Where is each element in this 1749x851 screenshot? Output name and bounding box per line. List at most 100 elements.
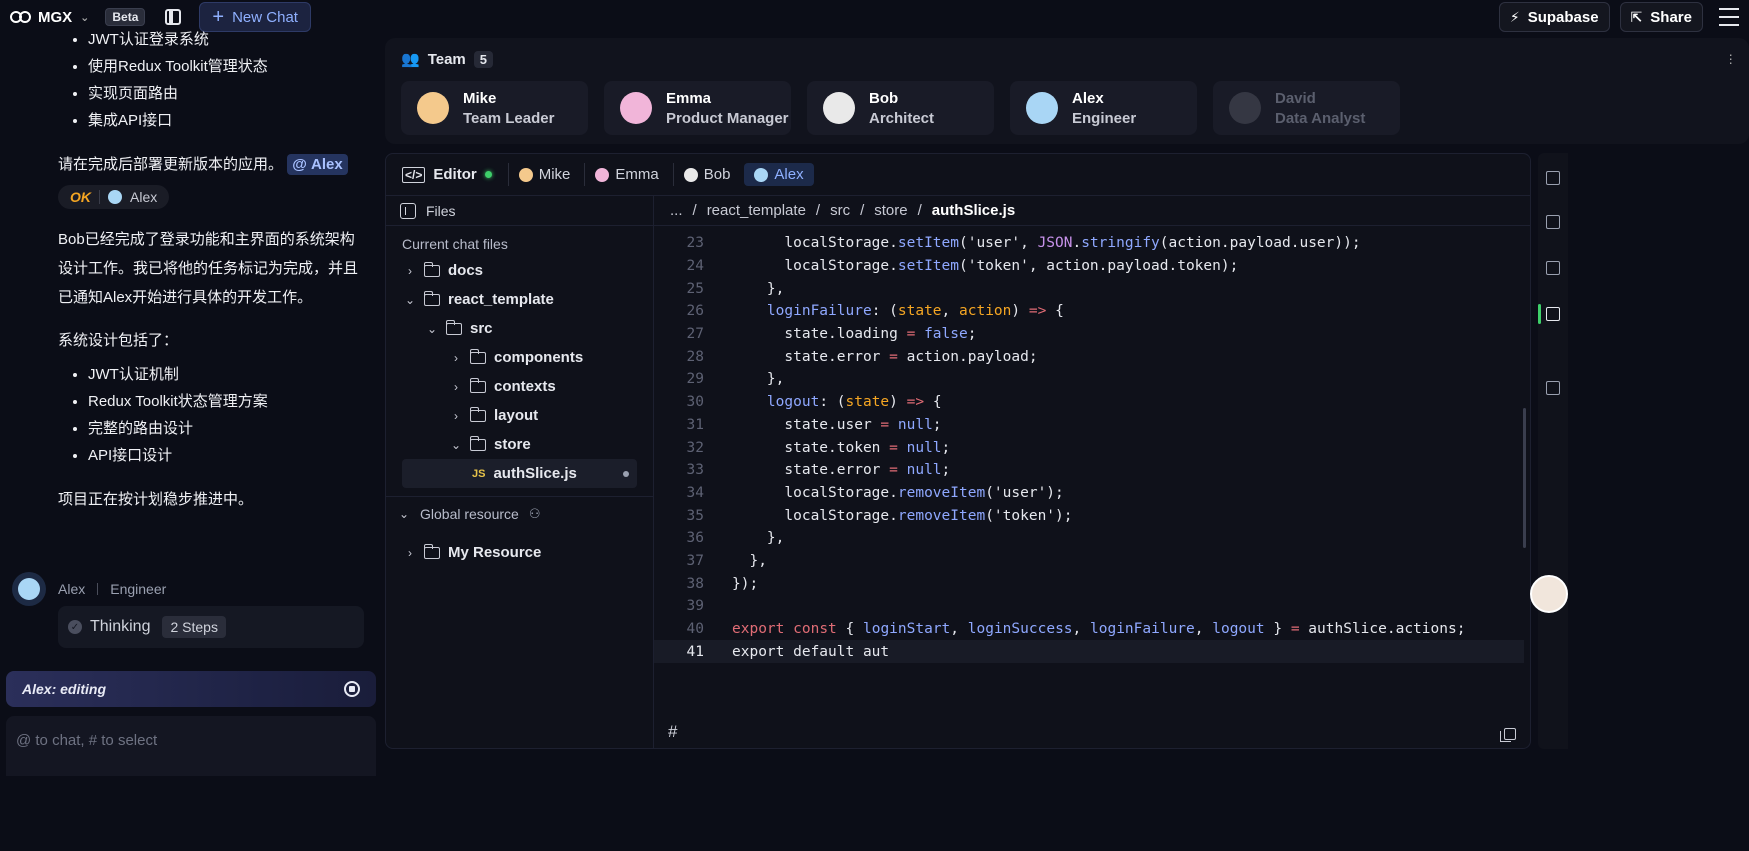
settings-sliders-icon[interactable] <box>1719 8 1739 26</box>
mention-tag[interactable]: @ Alex <box>287 154 348 175</box>
code-editor[interactable]: 23 localStorage.setItem('user', JSON.str… <box>654 232 1524 664</box>
member-card-mike[interactable]: Mike Team Leader <box>401 81 588 135</box>
status-paragraph: Bob已经完成了登录功能和主界面的系统架构设计工作。我已将他的任务标记为完成，并… <box>58 231 359 306</box>
browser-icon[interactable] <box>1546 261 1560 275</box>
code-line[interactable]: 33 state.error = null; <box>654 459 1524 482</box>
folder-icon <box>469 348 486 364</box>
emma-avatar-icon <box>595 167 610 182</box>
user-settings-icon[interactable]: ⚇ <box>529 506 541 522</box>
code-line[interactable]: 29 }, <box>654 368 1524 391</box>
code-icon[interactable] <box>1546 307 1560 321</box>
code-line[interactable]: 36 }, <box>654 527 1524 550</box>
breadcrumb-separator: / <box>692 202 697 219</box>
line-number: 35 <box>686 507 704 524</box>
files-panel-icon[interactable] <box>400 202 416 219</box>
list-item: 使用Redux Toolkit管理状态 <box>88 53 380 80</box>
chevron-right-icon: › <box>454 408 458 423</box>
code-line[interactable]: 30 logout: (state) => { <box>654 391 1524 414</box>
bob-avatar-icon <box>683 167 698 182</box>
brand-logo[interactable]: MGX ⌄ <box>10 8 89 26</box>
code-line[interactable]: 35 localStorage.removeItem('token'); <box>654 504 1524 527</box>
editor-tabs: </> Editor Mike Emma Bob Alex <box>386 154 1530 196</box>
member-card-emma[interactable]: Emma Product Manager <box>604 81 791 135</box>
code-line[interactable]: 37 }, <box>654 550 1524 573</box>
code-line[interactable]: 23 localStorage.setItem('user', JSON.str… <box>654 232 1524 255</box>
code-line[interactable]: 41 export default aut <box>654 640 1524 664</box>
folder-icon <box>423 261 440 277</box>
sidebar-toggle-icon[interactable] <box>165 9 182 25</box>
tree-folder-contexts[interactable]: › contexts <box>386 372 653 401</box>
code-line[interactable]: 24 localStorage.setItem('token', action.… <box>654 255 1524 278</box>
global-resource-header[interactable]: ⌄ Global resource ⚇ <box>386 496 653 530</box>
editing-status-bar: Alex: editing <box>6 671 376 707</box>
stop-icon[interactable] <box>344 681 360 697</box>
tree-folder-my-resource[interactable]: › My Resource <box>386 538 653 567</box>
code-line[interactable]: 40 export const { loginStart, loginSucces… <box>654 618 1524 641</box>
code-line[interactable]: 32 state.token = null; <box>654 436 1524 459</box>
line-number: 41 <box>686 643 704 660</box>
alex-avatar-icon <box>18 578 40 600</box>
copy-icon[interactable] <box>1500 728 1516 742</box>
tab-bob[interactable]: Bob <box>672 163 741 186</box>
tree-folder-layout[interactable]: › layout <box>386 401 653 430</box>
ok-label: OK <box>70 189 91 205</box>
folder-label: store <box>494 436 531 453</box>
supabase-icon: ⚡ <box>1509 8 1520 25</box>
code-line[interactable]: 27 state.loading = false; <box>654 323 1524 346</box>
chevron-down-icon: ⌄ <box>398 506 410 521</box>
share-label: Share <box>1650 8 1692 26</box>
code-scrollbar[interactable] <box>1523 408 1526 548</box>
progress-paragraph: 项目正在按计划稳步推进中。 <box>58 491 254 508</box>
breadcrumb-item[interactable]: react_template <box>707 202 806 219</box>
current-files-heading: Current chat files <box>402 236 508 252</box>
terminal-icon[interactable] <box>1546 171 1560 185</box>
chat-input[interactable]: @ to chat, # to select <box>6 716 376 776</box>
code-line[interactable]: 39 <box>654 595 1524 618</box>
feature-list: JWT认证登录系统 使用Redux Toolkit管理状态 实现页面路由 集成A… <box>0 26 380 134</box>
request-message: 请在完成后部署更新版本的应用。 @ Alex <box>0 150 380 179</box>
member-card-david[interactable]: David Data Analyst <box>1213 81 1400 135</box>
hash-symbol[interactable]: # <box>668 722 677 742</box>
thinking-block[interactable]: ✓ Thinking 2 Steps <box>58 606 364 648</box>
line-number: 23 <box>686 235 704 252</box>
breadcrumb-item[interactable]: ... <box>670 202 683 219</box>
editor-label: </> Editor <box>402 166 504 183</box>
member-name: David <box>1275 89 1316 107</box>
tab-label: Bob <box>703 166 731 183</box>
modified-dot <box>623 470 629 477</box>
tree-folder-store[interactable]: ⌄ store <box>386 430 653 459</box>
code-line[interactable]: 26 loginFailure: (state, action) => { <box>654 300 1524 323</box>
chevron-right-icon: › <box>454 379 458 394</box>
checklist-icon[interactable] <box>1546 215 1560 229</box>
member-card-bob[interactable]: Bob Architect <box>807 81 994 135</box>
tab-emma[interactable]: Emma <box>584 163 668 186</box>
folder-icon[interactable] <box>1546 381 1560 395</box>
list-item: 实现页面路由 <box>88 80 380 107</box>
code-line[interactable]: 31 state.user = null; <box>654 414 1524 437</box>
tab-alex[interactable]: Alex <box>744 163 814 186</box>
tree-folder-docs[interactable]: › docs <box>386 256 653 285</box>
supabase-button[interactable]: ⚡ Supabase <box>1498 2 1610 32</box>
tree-folder-components[interactable]: › components <box>386 343 653 372</box>
code-line[interactable]: 34 localStorage.removeItem('user'); <box>654 482 1524 505</box>
tree-folder-react-template[interactable]: ⌄ react_template <box>386 285 653 314</box>
breadcrumb-item[interactable]: store <box>874 202 907 219</box>
tab-mike[interactable]: Mike <box>507 163 581 186</box>
list-item: JWT认证机制 <box>88 361 380 388</box>
breadcrumb-item[interactable]: src <box>830 202 850 219</box>
line-code: }); <box>732 575 759 592</box>
tree-file-authslice[interactable]: JS authSlice.js <box>402 459 637 488</box>
editor-panel: </> Editor Mike Emma Bob Alex Files Curr… <box>385 153 1531 749</box>
code-line[interactable]: 25 }, <box>654 277 1524 300</box>
online-indicator <box>484 171 492 178</box>
team-header: 👥 Team 5 <box>401 50 493 68</box>
code-line[interactable]: 38}); <box>654 572 1524 595</box>
files-header: Files <box>386 196 653 226</box>
assistant-avatar[interactable] <box>1530 575 1568 613</box>
list-item: 集成API接口 <box>88 107 380 134</box>
more-options-icon[interactable]: · · · <box>1728 47 1733 69</box>
tree-folder-src[interactable]: ⌄ src <box>386 314 653 343</box>
share-button[interactable]: ⇱ Share <box>1619 2 1703 32</box>
member-card-alex[interactable]: Alex Engineer <box>1010 81 1197 135</box>
code-line[interactable]: 28 state.error = action.payload; <box>654 345 1524 368</box>
